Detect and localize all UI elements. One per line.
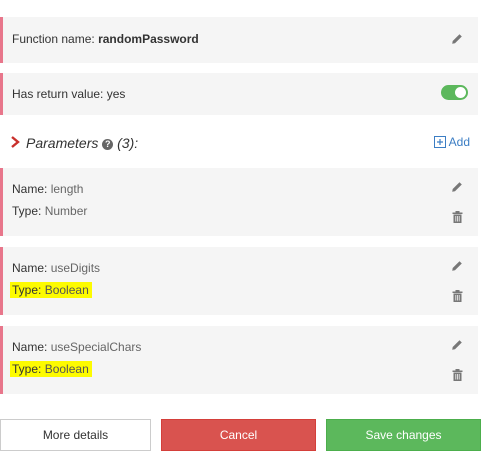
cancel-button[interactable]: Cancel: [161, 419, 316, 451]
toggle-knob: [455, 87, 466, 98]
add-parameter-label: Add: [448, 135, 470, 149]
function-name-row: Function name: randomPassword: [0, 17, 478, 63]
parameter-item: Name: useDigits Type: Boolean: [0, 247, 478, 315]
parameter-item: Name: useSpecialChars Type: Boolean: [0, 326, 478, 394]
trash-icon[interactable]: [450, 210, 464, 224]
return-value-toggle[interactable]: [441, 85, 468, 100]
plus-square-icon: [433, 136, 446, 148]
parameter-name-value: useDigits: [50, 261, 101, 275]
highlight-marker: Type: Boolean: [10, 282, 92, 298]
return-value-label: Has return value:: [12, 87, 104, 101]
parameter-name-label: Name:: [12, 182, 48, 196]
return-value-text: Has return value: yes: [12, 87, 125, 101]
function-name-text: Function name: randomPassword: [12, 32, 199, 46]
save-changes-button[interactable]: Save changes: [326, 419, 481, 451]
parameter-name-value: useSpecialChars: [50, 340, 142, 354]
question-circle-icon[interactable]: ?: [102, 139, 114, 150]
parameter-type: Type: Number: [12, 204, 87, 218]
parameter-item: Name: length Type: Number: [0, 168, 478, 236]
highlight-marker: Type: Boolean: [10, 361, 92, 377]
parameter-type-label: Type:: [12, 204, 42, 218]
parameter-name: Name: length: [12, 182, 83, 196]
edit-parameter-icon[interactable]: [450, 259, 464, 273]
function-name-label: Function name:: [12, 32, 95, 46]
parameters-header: Parameters ? (3): Add: [8, 134, 478, 152]
parameter-name: Name: useSpecialChars: [12, 340, 141, 354]
parameter-type: Type: Boolean: [10, 282, 92, 298]
add-parameter-button[interactable]: Add: [433, 135, 470, 149]
edit-parameter-icon[interactable]: [450, 180, 464, 194]
parameter-type-value: Boolean: [44, 283, 89, 297]
parameter-type-value: Boolean: [44, 362, 89, 376]
more-details-button[interactable]: More details: [0, 419, 151, 451]
parameters-count: (3):: [117, 135, 139, 151]
parameter-type: Type: Boolean: [10, 361, 92, 377]
trash-icon[interactable]: [450, 368, 464, 382]
parameter-type-label: Type:: [12, 362, 42, 376]
return-value-value: yes: [106, 87, 126, 101]
trash-icon[interactable]: [450, 289, 464, 303]
parameter-name: Name: useDigits: [12, 261, 100, 275]
parameter-name-label: Name:: [12, 261, 48, 275]
parameters-title-text: Parameters: [26, 135, 99, 151]
function-name-value: randomPassword: [98, 32, 199, 46]
return-value-row: Has return value: yes: [0, 73, 478, 115]
chevron-right-icon[interactable]: [10, 136, 20, 151]
edit-parameter-icon[interactable]: [450, 338, 464, 352]
edit-function-name-icon[interactable]: [450, 32, 464, 46]
parameter-name-value: length: [50, 182, 84, 196]
parameter-type-value: Number: [44, 204, 88, 218]
parameter-type-label: Type:: [12, 283, 42, 297]
parameters-title: Parameters ? (3):: [26, 135, 138, 151]
parameter-name-label: Name:: [12, 340, 48, 354]
